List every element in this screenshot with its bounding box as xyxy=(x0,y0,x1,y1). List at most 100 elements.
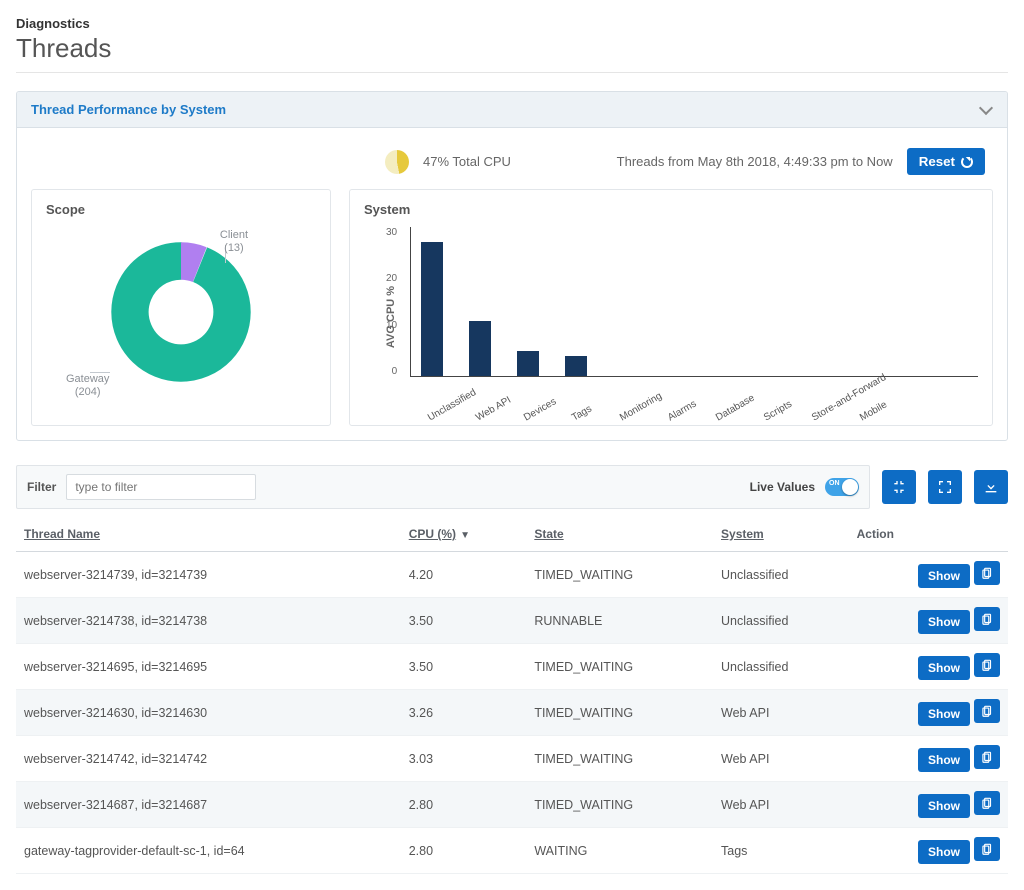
show-button[interactable]: Show xyxy=(918,610,970,634)
cell-state: TIMED_WAITING xyxy=(526,690,713,736)
cell-name: webserver-3214695, id=3214695 xyxy=(16,644,401,690)
scope-chart-title: Scope xyxy=(46,202,316,217)
sort-desc-icon: ▼ xyxy=(460,530,470,541)
threads-table: Thread Name CPU (%)▼ State System Action… xyxy=(16,517,1008,874)
filter-label: Filter xyxy=(27,480,56,494)
show-button[interactable]: Show xyxy=(918,840,970,864)
copy-button[interactable] xyxy=(974,607,1000,631)
cell-name: webserver-3214630, id=3214630 xyxy=(16,690,401,736)
cell-system: Unclassified xyxy=(713,552,849,598)
x-tick-label: Database xyxy=(714,403,739,424)
download-button[interactable] xyxy=(974,470,1008,504)
cpu-summary-text: 47% Total CPU xyxy=(423,154,511,169)
x-tick-label: Store-and-Forward xyxy=(810,403,835,424)
cell-name: gateway-tagprovider-default-sc-1, id=64 xyxy=(16,828,401,874)
x-tick-label: Mobile xyxy=(858,403,883,424)
scope-chart-card: Scope Client (13) xyxy=(31,189,331,426)
cell-system: Web API xyxy=(713,690,849,736)
show-button[interactable]: Show xyxy=(918,748,970,772)
system-chart-card: System AVG CPU % 3020100 UnclassifiedWeb… xyxy=(349,189,993,426)
table-row: gateway-tagprovider-default-sc-1, id=642… xyxy=(16,828,1008,874)
clipboard-icon xyxy=(980,750,994,764)
chart-bar[interactable] xyxy=(421,242,443,376)
cell-state: TIMED_WAITING xyxy=(526,552,713,598)
breadcrumb: Diagnostics xyxy=(16,16,1008,31)
col-cpu[interactable]: CPU (%)▼ xyxy=(401,517,527,552)
divider xyxy=(16,72,1008,73)
compact-view-button[interactable] xyxy=(882,470,916,504)
show-button[interactable]: Show xyxy=(918,794,970,818)
x-tick-label: Web API xyxy=(474,403,499,424)
clipboard-icon xyxy=(980,658,994,672)
table-row: webserver-3214687, id=32146872.80TIMED_W… xyxy=(16,782,1008,828)
cell-state: WAITING xyxy=(526,828,713,874)
system-bar-chart[interactable]: AVG CPU % 3020100 UnclassifiedWeb APIDev… xyxy=(364,227,978,407)
cell-cpu: 3.03 xyxy=(401,736,527,782)
expand-view-button[interactable] xyxy=(928,470,962,504)
filter-bar: Filter Live Values xyxy=(16,465,870,509)
cell-cpu: 4.20 xyxy=(401,552,527,598)
chart-bar[interactable] xyxy=(517,351,539,376)
cell-name: webserver-3214738, id=3214738 xyxy=(16,598,401,644)
live-values-label: Live Values xyxy=(750,480,815,494)
download-icon xyxy=(983,479,999,495)
x-tick-label: Devices xyxy=(522,403,547,424)
expand-icon xyxy=(937,479,953,495)
copy-button[interactable] xyxy=(974,791,1000,815)
chevron-down-icon[interactable] xyxy=(979,103,993,117)
cell-name: webserver-3214739, id=3214739 xyxy=(16,552,401,598)
copy-button[interactable] xyxy=(974,561,1000,585)
cell-system: Unclassified xyxy=(713,644,849,690)
performance-panel: Thread Performance by System 47% Total C… xyxy=(16,91,1008,441)
clipboard-icon xyxy=(980,612,994,626)
cpu-gauge-icon xyxy=(385,150,409,174)
clipboard-icon xyxy=(980,842,994,856)
table-row: webserver-3214738, id=32147383.50RUNNABL… xyxy=(16,598,1008,644)
system-chart-title: System xyxy=(364,202,978,217)
clipboard-icon xyxy=(980,796,994,810)
filter-input[interactable] xyxy=(66,474,256,500)
show-button[interactable]: Show xyxy=(918,702,970,726)
chart-bar[interactable] xyxy=(565,356,587,376)
table-row: webserver-3214739, id=32147394.20TIMED_W… xyxy=(16,552,1008,598)
reset-button-label: Reset xyxy=(919,154,955,169)
donut-label-client: Client (13) xyxy=(220,229,248,255)
copy-button[interactable] xyxy=(974,837,1000,861)
cell-cpu: 2.80 xyxy=(401,782,527,828)
copy-button[interactable] xyxy=(974,653,1000,677)
reset-button[interactable]: Reset xyxy=(907,148,985,175)
table-row: webserver-3214630, id=32146303.26TIMED_W… xyxy=(16,690,1008,736)
cell-state: TIMED_WAITING xyxy=(526,736,713,782)
cell-name: webserver-3214742, id=3214742 xyxy=(16,736,401,782)
panel-title-link[interactable]: Thread Performance by System xyxy=(31,102,226,117)
cell-system: Web API xyxy=(713,736,849,782)
donut-label-gateway: Gateway (204) xyxy=(66,373,109,399)
copy-button[interactable] xyxy=(974,699,1000,723)
x-axis-labels: UnclassifiedWeb APIDevicesTagsMonitoring… xyxy=(410,402,978,413)
cell-cpu: 3.26 xyxy=(401,690,527,736)
clipboard-icon xyxy=(980,566,994,580)
x-tick-label: Unclassified xyxy=(426,403,451,424)
live-values-toggle[interactable] xyxy=(825,478,859,496)
x-tick-label: Monitoring xyxy=(618,403,643,424)
x-tick-label: Alarms xyxy=(666,403,691,424)
col-system[interactable]: System xyxy=(713,517,849,552)
y-axis-ticks: 3020100 xyxy=(386,227,397,377)
chart-bar[interactable] xyxy=(469,321,491,376)
copy-button[interactable] xyxy=(974,745,1000,769)
table-row: webserver-3214695, id=32146953.50TIMED_W… xyxy=(16,644,1008,690)
col-thread-name[interactable]: Thread Name xyxy=(16,517,401,552)
cell-system: Tags xyxy=(713,828,849,874)
arrows-in-icon xyxy=(891,479,907,495)
clipboard-icon xyxy=(980,704,994,718)
cell-state: TIMED_WAITING xyxy=(526,782,713,828)
table-row: webserver-3214742, id=32147423.03TIMED_W… xyxy=(16,736,1008,782)
page-title: Threads xyxy=(16,33,1008,64)
time-range-text: Threads from May 8th 2018, 4:49:33 pm to… xyxy=(617,154,893,169)
show-button[interactable]: Show xyxy=(918,656,970,680)
x-tick-label: Scripts xyxy=(762,403,787,424)
panel-header[interactable]: Thread Performance by System xyxy=(17,92,1007,128)
show-button[interactable]: Show xyxy=(918,564,970,588)
x-tick-label: Tags xyxy=(570,403,595,424)
col-state[interactable]: State xyxy=(526,517,713,552)
